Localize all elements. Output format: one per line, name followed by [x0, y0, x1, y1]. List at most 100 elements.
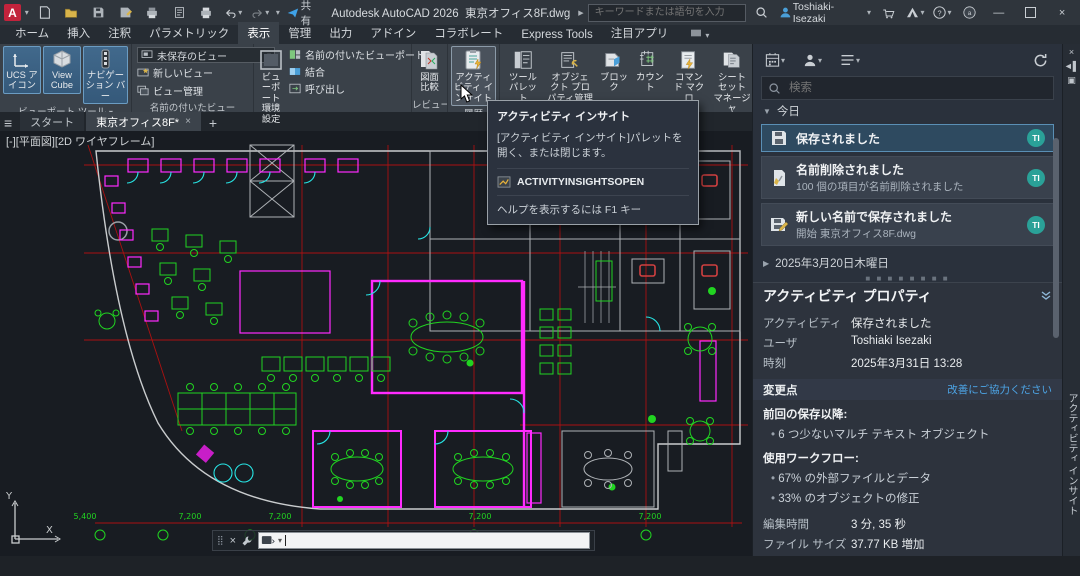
- group-today[interactable]: ▼ 今日: [753, 100, 1062, 122]
- command-dropdown-caret-icon[interactable]: ▾: [278, 536, 282, 545]
- palette-close-icon[interactable]: ×: [1069, 47, 1074, 61]
- redo-caret-icon[interactable]: ▾: [265, 8, 269, 17]
- command-line-close-icon[interactable]: ×: [230, 535, 236, 547]
- share-button[interactable]: 共有: [284, 3, 324, 22]
- refresh-button[interactable]: [1029, 51, 1052, 70]
- help-search-box[interactable]: [588, 4, 746, 22]
- tab-output[interactable]: 出力: [320, 22, 361, 44]
- close-button[interactable]: ×: [1048, 3, 1076, 23]
- file-size-value: 37.77 KB 増加: [851, 536, 925, 552]
- command-macros-button[interactable]: コマンド マクロ: [669, 46, 709, 106]
- account-button[interactable]: Toshiaki-Isezaki▾: [777, 3, 873, 22]
- feedback-link[interactable]: 改善にご協力ください: [947, 382, 1052, 397]
- navigation-bar-toggle-button[interactable]: ナビゲーション バー: [83, 46, 128, 104]
- autocad-logo[interactable]: A: [4, 4, 21, 21]
- join-viewports-icon: [289, 66, 301, 77]
- command-line-wrench-icon[interactable]: [241, 535, 253, 547]
- help-caret-icon: ▾: [947, 8, 951, 17]
- ribbon-display-toggle[interactable]: ▾: [681, 25, 718, 44]
- new-file-icon[interactable]: [33, 3, 56, 22]
- tab-view[interactable]: 表示: [238, 22, 279, 44]
- collapse-chevrons-icon[interactable]: [1040, 290, 1052, 302]
- tab-manage[interactable]: 管理: [279, 22, 320, 44]
- minimize-button[interactable]: —: [985, 3, 1013, 23]
- activity-item-saved-as[interactable]: 新しい名前で保存されました 開始 東京オフィス8F.dwg TI: [761, 203, 1054, 246]
- qat-customize-icon[interactable]: ▾: [276, 8, 280, 17]
- app-store-icon[interactable]: [877, 3, 900, 22]
- tab-annotate[interactable]: 注釈: [99, 22, 140, 44]
- redo-button[interactable]: ▾: [249, 3, 272, 22]
- help-button[interactable]: ?▾: [931, 3, 954, 22]
- palette-vertical-title[interactable]: アクティビティ インサイト: [1064, 393, 1079, 516]
- palette-properties-icon[interactable]: ▣: [1067, 75, 1076, 89]
- search-icon[interactable]: [750, 3, 773, 22]
- user-avatar[interactable]: TI: [1027, 216, 1045, 234]
- autodesk-menu-button[interactable]: ▾: [904, 3, 927, 22]
- command-line-bar[interactable]: ⣿ × ▾: [212, 530, 595, 551]
- viewport-config-button[interactable]: ビューポート環境設定: [257, 46, 285, 127]
- changes-band: 変更点 改善にご協力ください: [753, 379, 1062, 400]
- activity-item-purged[interactable]: 名前削除されました 100 個の項目が名前削除されました TI: [761, 156, 1054, 199]
- count-palette-button[interactable]: カウント: [633, 46, 667, 96]
- drawing-compare-button[interactable]: 図面比較: [415, 46, 444, 96]
- user-filter-button[interactable]: ▾: [801, 51, 824, 70]
- viewport-controls-label[interactable]: [-][平面図][2D ワイヤフレーム]: [6, 133, 154, 149]
- undo-caret-icon[interactable]: ▾: [238, 8, 242, 17]
- activity-search-input[interactable]: [787, 81, 1047, 95]
- new-view-button[interactable]: 新しいビュー: [137, 64, 248, 81]
- help-search-input[interactable]: [593, 6, 741, 19]
- properties-palette-button[interactable]: オブジェクト プロパティ管理: [545, 46, 595, 106]
- activity-insight-icon: [462, 49, 486, 71]
- edit-time-label: 編集時間: [763, 516, 851, 532]
- undo-button[interactable]: ▾: [222, 3, 245, 22]
- sheet-set-manager-button[interactable]: シート セット マネージャ: [711, 46, 753, 117]
- ucs-icon-widget: [12, 501, 60, 543]
- user-avatar[interactable]: TI: [1027, 169, 1045, 187]
- tooltip-body: [アクティビティ インサイト]パレットを開く、または閉じます。: [497, 130, 689, 160]
- list-options-button[interactable]: ▾: [838, 51, 862, 70]
- user-avatar[interactable]: TI: [1027, 129, 1045, 147]
- activity-item-saved[interactable]: 保存されました TI: [761, 124, 1054, 152]
- viewcube-toggle-button[interactable]: View Cube: [43, 46, 81, 94]
- app-menu-caret-icon[interactable]: ▾: [25, 8, 29, 17]
- tab-parametric[interactable]: パラメトリック: [140, 22, 238, 44]
- tab-insert[interactable]: 挿入: [58, 22, 99, 44]
- command-prompt-icon[interactable]: [261, 535, 275, 546]
- group-date[interactable]: ▶ 2025年3月20日木曜日: [753, 252, 1062, 274]
- command-input[interactable]: ▾: [258, 532, 590, 549]
- restore-button[interactable]: [1017, 3, 1045, 23]
- file-tab-close-icon[interactable]: ×: [185, 116, 191, 127]
- activity-search-box[interactable]: [761, 76, 1054, 100]
- tab-addins[interactable]: アドイン: [361, 22, 425, 44]
- print-icon[interactable]: [195, 3, 218, 22]
- splitter-handle[interactable]: ■ ■ ■ ■ ■ ■ ■ ■: [753, 274, 1062, 282]
- new-drawing-tab-button[interactable]: +: [209, 115, 217, 131]
- view-manager-icon: [137, 85, 149, 96]
- save-as-icon[interactable]: [114, 3, 137, 22]
- mouse-cursor: [460, 84, 474, 104]
- join-viewports-button[interactable]: 結合: [289, 63, 425, 80]
- plot-icon[interactable]: [141, 3, 164, 22]
- assistant-icon[interactable]: a: [958, 3, 981, 22]
- blocks-palette-button[interactable]: ブロック: [597, 46, 631, 96]
- palette-scrollbar[interactable]: [1053, 138, 1059, 338]
- ucs-icon-toggle-button[interactable]: UCS アイコン: [3, 46, 41, 94]
- date-filter-button[interactable]: ▾: [763, 51, 787, 70]
- tab-home[interactable]: ホーム: [6, 22, 58, 44]
- file-tab-document[interactable]: 東京オフィス8F*×: [86, 112, 201, 131]
- view-manager-button[interactable]: ビュー管理: [137, 82, 248, 99]
- workflow-item: 33% のオブジェクトの修正: [753, 488, 1062, 508]
- save-icon[interactable]: [87, 3, 110, 22]
- file-tab-menu-icon[interactable]: ≡: [4, 115, 12, 131]
- publish-icon[interactable]: [168, 3, 191, 22]
- file-tab-start[interactable]: スタート: [20, 112, 84, 131]
- auto-hide-icon[interactable]: ◄▌: [1064, 61, 1079, 75]
- tab-featured-apps[interactable]: 注目アプリ: [602, 22, 678, 44]
- tool-palettes-button[interactable]: ツール パレット: [503, 46, 543, 106]
- named-viewports-button[interactable]: 名前の付いたビューポート: [289, 46, 425, 63]
- tab-express-tools[interactable]: Express Tools: [512, 26, 601, 44]
- tab-collaborate[interactable]: コラボレート: [425, 22, 512, 44]
- open-folder-icon[interactable]: [60, 3, 83, 22]
- restore-viewports-button[interactable]: 呼び出し: [289, 80, 425, 97]
- command-line-drag-handle[interactable]: ⣿: [217, 535, 225, 546]
